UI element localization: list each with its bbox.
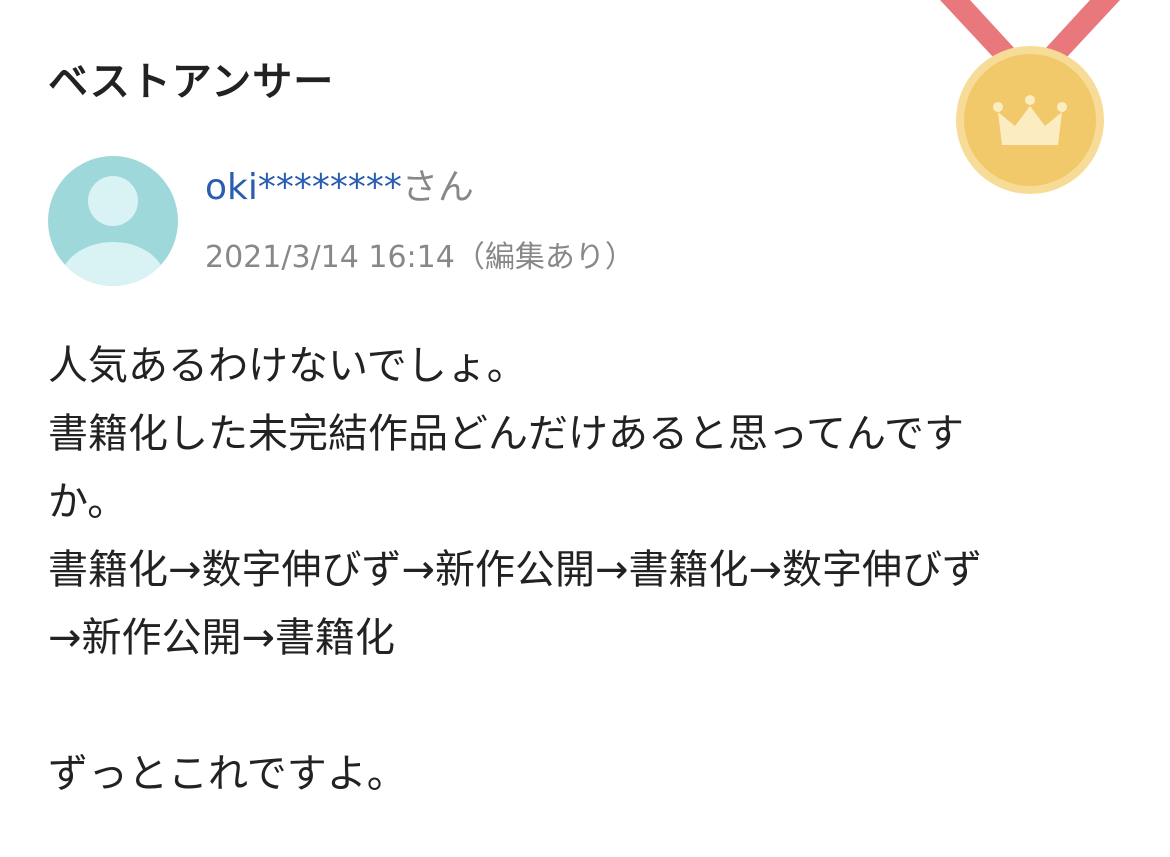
page-title: ベストアンサー xyxy=(48,59,335,105)
answer-line: か。 xyxy=(48,479,128,525)
answer-body: 人気あるわけないでしょ。 書籍化した未完結作品どんだけあると思ってんです か。 … xyxy=(48,332,1128,808)
answer-author: oki********さん xyxy=(205,166,474,210)
answer-timestamp: 2021/3/14 16:14（編集あり） xyxy=(205,240,635,275)
username-link[interactable]: oki******** xyxy=(205,167,402,208)
avatar-body-shape xyxy=(60,242,166,286)
answer-line: 人気あるわけないでしょ。 xyxy=(48,343,527,389)
answer-line: 書籍化した未完結作品どんだけあると思ってんです xyxy=(48,411,964,457)
answer-blank-line xyxy=(48,672,1128,740)
answer-line: ずっとこれですよ。 xyxy=(48,751,407,797)
avatar-head-shape xyxy=(88,176,138,226)
answer-line: →新作公開→書籍化 xyxy=(48,615,396,661)
medal-crown-icon xyxy=(935,0,1125,200)
username-honorific: さん xyxy=(401,167,474,208)
answer-line: 書籍化→数字伸びず→新作公開→書籍化→数字伸びず xyxy=(48,547,983,593)
user-avatar-icon[interactable] xyxy=(48,156,178,286)
